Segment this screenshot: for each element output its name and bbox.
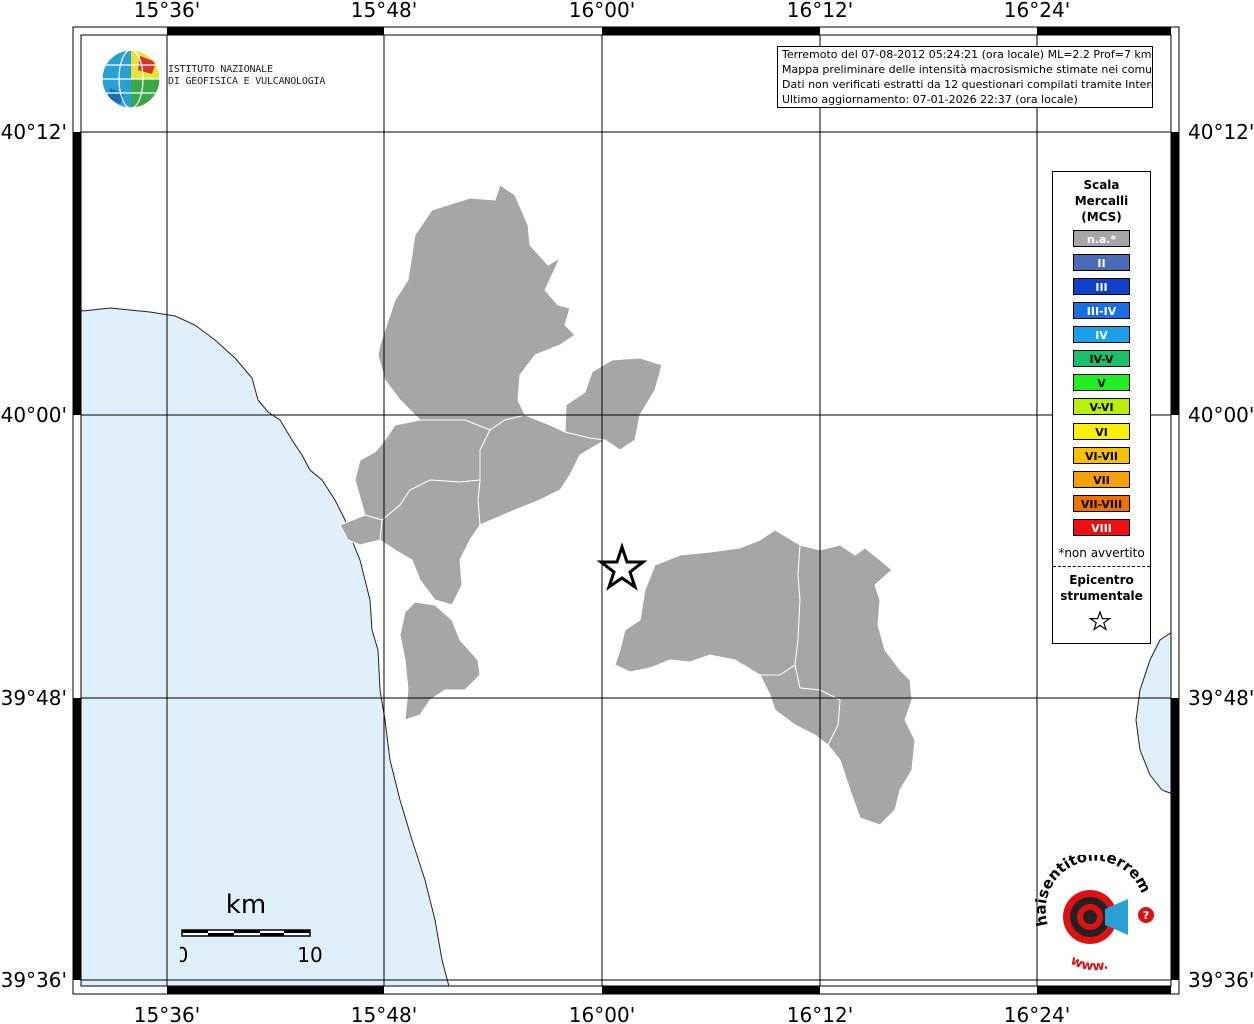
legend-item: VII-VIII [1073,495,1130,512]
scale-max: 10 [297,943,322,967]
scale-unit: km [226,890,266,920]
event-info-box: Terremoto del 07-08-2012 05:24:21 (ora l… [777,46,1153,108]
ingv-globe-icon [101,49,161,109]
ingv-name-line1: ISTITUTO NAZIONALE [168,64,273,75]
legend-item: V [1073,374,1130,391]
legend-item: IV [1073,326,1130,343]
bottom-tick: 15°36' [134,1003,200,1024]
top-tick: 16°00' [569,0,635,22]
top-tick: 16°12' [787,0,853,22]
haisentito-www: www. [1068,953,1110,974]
right-tick: 40°00' [1188,403,1254,427]
intensity-legend: Scala Mercalli (MCS) n.a.* II III III-IV… [1052,171,1151,644]
event-info-line: Terremoto del 07-08-2012 05:24:21 (ora l… [782,48,1152,61]
event-info-line: Ultimo aggiornamento: 07-01-2026 22:37 (… [782,93,1078,106]
top-tick: 15°36' [134,0,200,22]
right-tick: 40°12' [1188,120,1254,144]
left-tick: 40°00' [1,403,67,427]
bottom-tick: 16°00' [569,1003,635,1024]
legend-epicenter-label: Epicentro strumentale [1060,573,1143,603]
legend-item: III-IV [1073,302,1130,319]
top-tick: 16°24' [1004,0,1070,22]
scale-min: 0 [180,943,188,967]
ingv-name-line2: DI GEOFISICA E VULCANOLOGIA [168,76,326,87]
bottom-tick: 15°48' [351,1003,417,1024]
left-tick: 39°36' [1,968,67,992]
legend-item: IV-V [1073,350,1130,367]
right-tick: 39°48' [1188,686,1254,710]
left-tick: 40°12' [1,120,67,144]
event-info-line: Dati non verificati estratti da 12 quest… [782,78,1153,91]
haisentito-logo: haisentitoilterremoto.it www. ? [1025,841,1160,980]
legend-star-icon [1089,610,1111,631]
top-tick: 15°48' [351,0,417,22]
bottom-tick: 16°12' [787,1003,853,1024]
legend-item: n.a.* [1073,230,1130,247]
right-tick: 39°36' [1188,968,1254,992]
legend-item: V-VI [1073,398,1130,415]
legend-item: VI [1073,423,1130,440]
scale-bar: km 0 10 [176,890,330,970]
legend-item: III [1073,278,1130,295]
legend-item: VII [1073,471,1130,488]
legend-item: II [1073,254,1130,271]
legend-item: VI-VII [1073,447,1130,464]
legend-title: Scala Mercalli (MCS) [1074,178,1129,224]
legend-item: VIII [1073,519,1130,536]
legend-note: *non avvertito [1058,546,1145,560]
left-tick: 39°48' [1,686,67,710]
event-info-line: Mappa preliminare delle intensità macros… [782,63,1153,76]
svg-text:?: ? [1143,909,1149,922]
legend-divider [1053,566,1150,567]
ingv-logo: ISTITUTO NAZIONALE DI GEOFISICA E VULCAN… [100,48,330,110]
bottom-tick: 16°24' [1004,1003,1070,1024]
